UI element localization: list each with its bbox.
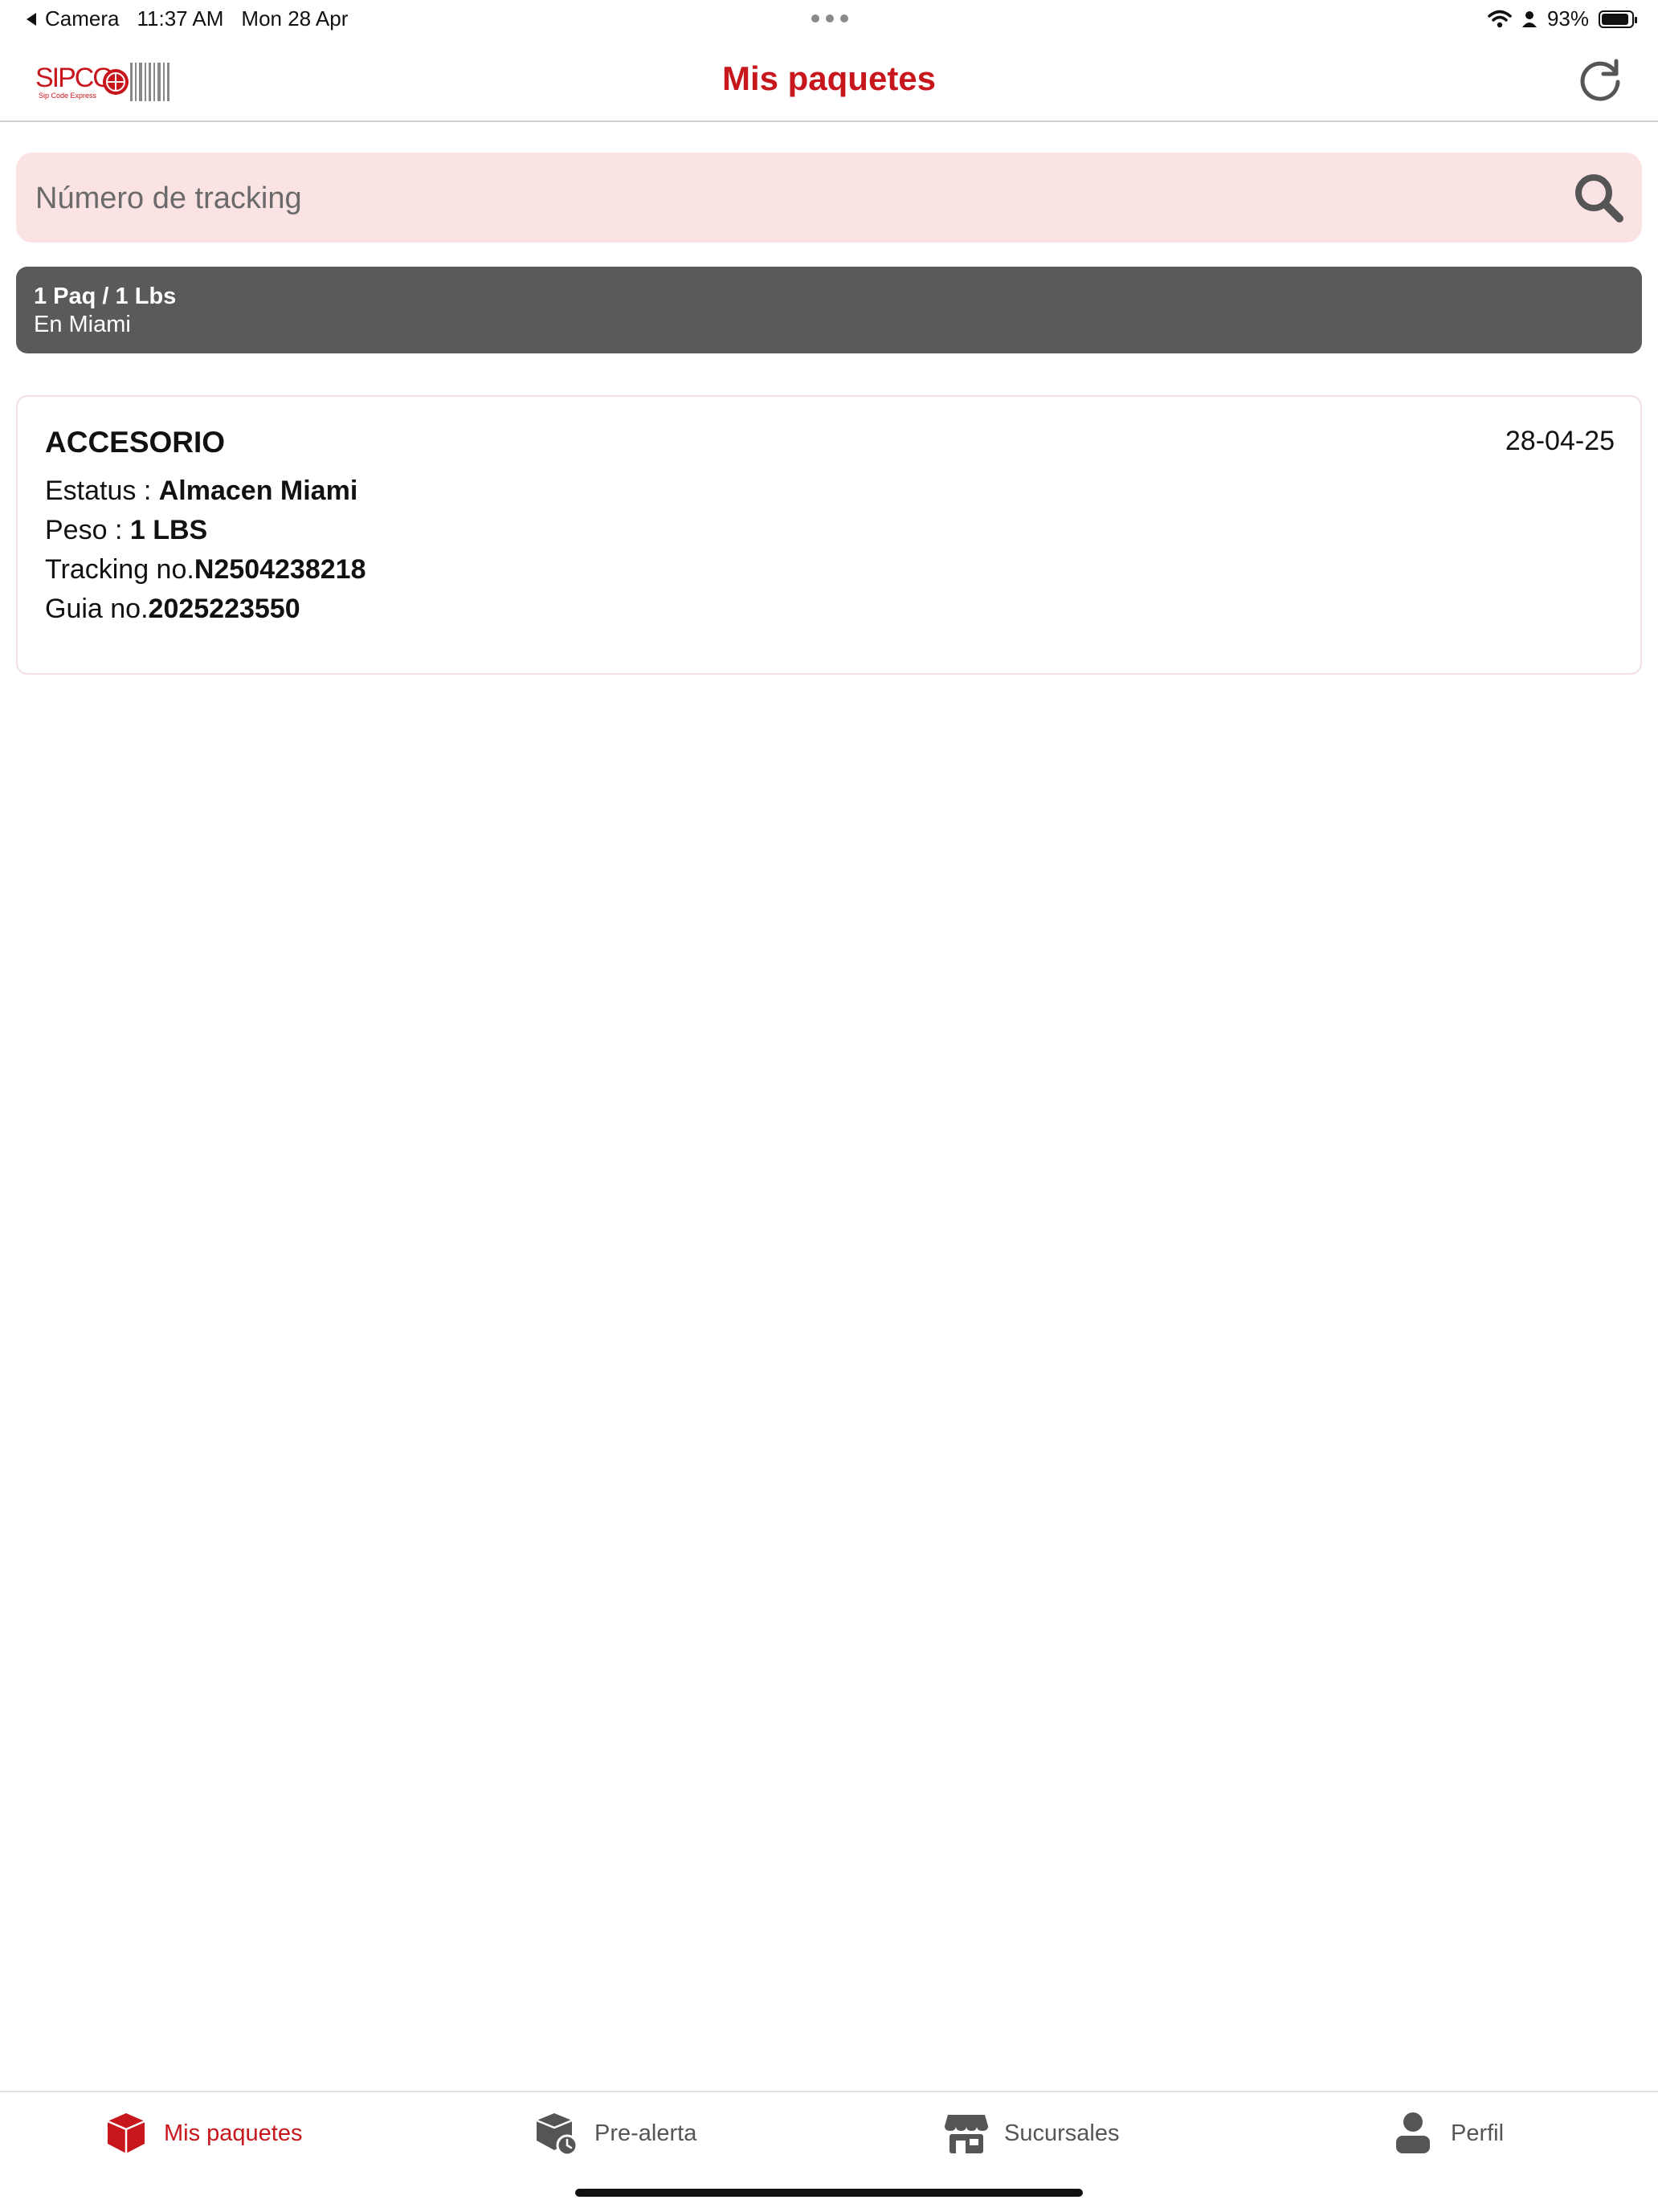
multitasking-dots[interactable] [811,14,848,22]
summary-location: En Miami [34,312,131,337]
status-date: Mon 28 Apr [241,6,349,31]
packages-summary[interactable]: 1 Paq / 1 Lbs En Miami [16,267,1642,353]
package-status: Estatus : Almacen Miami [45,475,358,506]
tab-label: Sucursales [1004,2120,1120,2146]
status-bar: Camera 11:37 AM Mon 28 Apr 93% [0,0,1658,40]
package-weight: Peso : 1 LBS [45,515,208,545]
battery-percent: 93% [1546,6,1589,31]
package-card[interactable]: ACCESORIO 28-04-25 Estatus : Almacen Mia… [16,395,1642,675]
package-guide: Guia no.2025223550 [45,594,300,624]
back-triangle-icon [27,12,36,26]
package-icon [107,2113,145,2153]
status-time: 11:37 AM [137,6,224,31]
back-to-app-link[interactable]: Camera [26,6,119,31]
package-name: ACCESORIO [45,426,226,459]
tab-label: Pre-alerta [594,2120,697,2146]
package-clock-icon [536,2113,578,2157]
tab-mis-paquetes[interactable]: Mis paquetes [103,2110,303,2157]
back-app-label: Camera [45,6,120,31]
home-indicator[interactable] [575,2189,1083,2197]
tracking-search-bar [16,153,1642,244]
tab-label: Mis paquetes [164,2120,303,2146]
tab-label: Perfil [1451,2120,1505,2146]
wifi-icon [1488,10,1512,27]
summary-count-weight: 1 Paq / 1 Lbs [34,284,177,309]
tab-pre-alerta[interactable]: Pre-alerta [533,2110,696,2157]
package-tracking: Tracking no.N2504238218 [45,554,366,585]
package-date: 28-04-25 [1505,426,1615,456]
user-icon [1396,2112,1430,2153]
store-icon [945,2115,988,2153]
tab-sucursales[interactable]: Sucursales [943,2110,1119,2157]
app-header: SIPCO Sip Code Express Mis paquetes [0,40,1658,122]
tracking-search-input[interactable] [34,153,1547,244]
page-title: Mis paquetes [721,59,937,97]
person-icon [1521,10,1537,27]
battery-icon [1599,10,1637,28]
tab-perfil[interactable]: Perfil [1390,2110,1504,2157]
search-icon[interactable] [1573,172,1624,223]
refresh-icon[interactable] [1576,56,1624,104]
